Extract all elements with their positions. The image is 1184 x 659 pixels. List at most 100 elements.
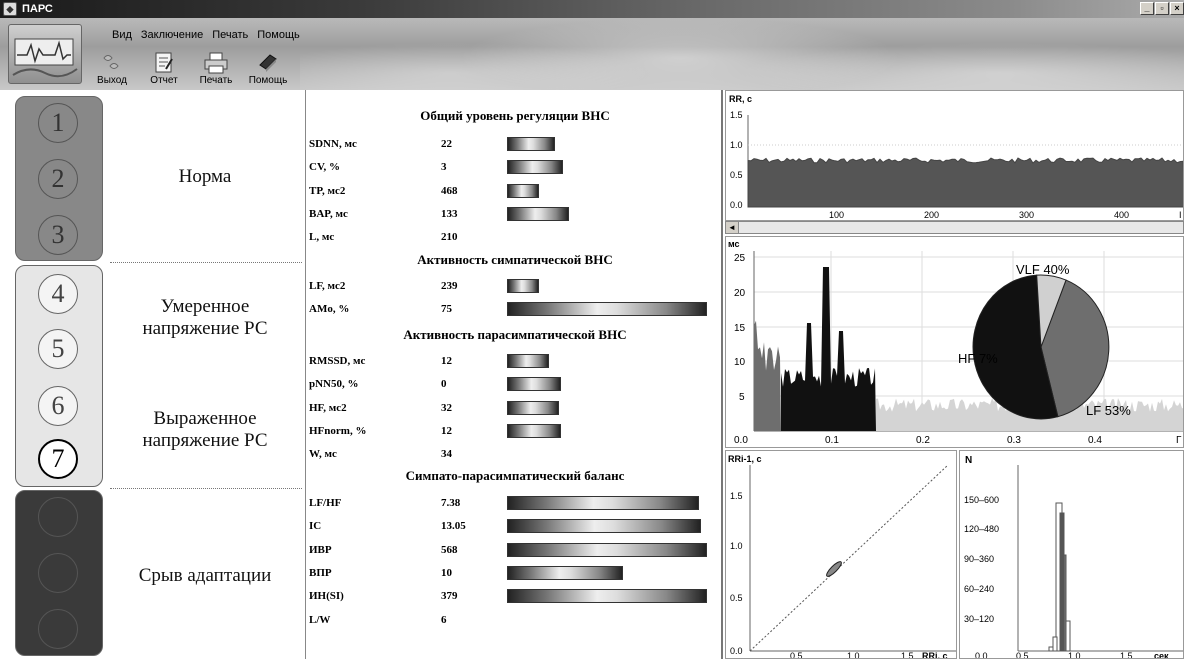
zone-divider <box>110 488 302 489</box>
report-icon <box>152 51 176 75</box>
indicator-value: 133 <box>441 207 458 220</box>
spectrum-xunit: Г <box>1176 435 1182 446</box>
indicator-label: HF, мс2 <box>309 401 347 414</box>
scatter-xtick: 1.0 <box>847 651 860 659</box>
indicator-bar <box>507 496 699 510</box>
indicator-value: 7.38 <box>441 497 461 509</box>
report-button[interactable]: Отчет <box>142 51 186 86</box>
help-button[interactable]: Помощь <box>246 51 290 86</box>
menu-print[interactable]: Печать <box>212 29 248 41</box>
indicator-row: RMSSD, мс 12 <box>307 352 723 370</box>
indicator-row: pNN50, % 0 <box>307 375 723 393</box>
rr-area <box>747 157 1183 208</box>
histogram-xtick: 0.0 <box>975 651 988 659</box>
zone-circle-6[interactable]: 6 <box>38 386 78 426</box>
spectrum-xtick: 0.1 <box>825 435 839 446</box>
pie-label-vlf: VLF 40% <box>1016 262 1070 277</box>
close-button[interactable]: × <box>1170 2 1184 15</box>
indicator-bar <box>507 542 707 557</box>
indicator-bar <box>507 519 701 534</box>
indicator-row: LF, мс2 239 <box>307 277 723 295</box>
scatter-ytick: 0.5 <box>730 593 743 603</box>
zone-circle-7[interactable]: 7 <box>38 439 78 479</box>
scatter-ytick: 0.0 <box>730 646 743 656</box>
indicator-value: 10 <box>441 566 452 579</box>
indicator-label: W, мс <box>309 448 337 461</box>
minimize-button[interactable]: _ <box>1140 2 1154 15</box>
indicator-value: 3 <box>441 161 447 174</box>
rr-xtick: 200 <box>924 210 939 220</box>
section-title: Активность парасимпатической ВНС <box>403 327 627 342</box>
rr-ytick: 1.0 <box>730 140 743 150</box>
exit-button[interactable]: Выход <box>90 51 134 86</box>
histogram-xtick: 1.0 <box>1068 651 1081 659</box>
rr-scrollbar[interactable]: ◄ <box>725 221 1184 234</box>
indicator-label: ВПР <box>309 566 332 579</box>
zone-circle-10[interactable] <box>38 609 78 649</box>
indicator-row: HFnorm, % 12 <box>307 422 723 440</box>
spectrum-ytick: 5 <box>739 392 745 403</box>
zone-circle-1[interactable]: 1 <box>38 103 78 143</box>
indicator-row: CV, % 3 <box>307 158 723 176</box>
indicator-row: AMo, % 75 <box>307 300 723 318</box>
indicator-label: RMSSD, мс <box>309 355 366 367</box>
menu-view[interactable]: Вид <box>112 29 132 41</box>
histogram-ytick: 150–600 <box>964 495 999 505</box>
zone-circle-4[interactable]: 4 <box>38 274 78 314</box>
indicator-bar <box>507 279 539 293</box>
indicator-value: 210 <box>441 231 458 244</box>
zone-panel: 1 2 3 4 5 6 7 Норма Умеренное напряжение… <box>0 90 306 659</box>
scatter-ylabel: RRi-1, с <box>728 454 762 464</box>
zone-label-failure: Срыв адаптации <box>138 565 272 586</box>
menu-help[interactable]: Помощь <box>257 29 300 41</box>
spectrum-xtick: 0.4 <box>1088 435 1102 446</box>
indicator-value: 22 <box>441 138 452 150</box>
indicator-bar <box>507 302 707 317</box>
zone-circle-9[interactable] <box>38 553 78 593</box>
indicator-bar <box>507 423 561 438</box>
title-bar: ◆ ПАРС _ ▫ × <box>0 0 1184 18</box>
histogram-xlabel: сек <box>1154 651 1169 659</box>
report-label: Отчет <box>150 75 178 86</box>
indicator-row: SDNN, мс 22 <box>307 135 723 153</box>
indicator-bar <box>507 206 569 221</box>
indicator-row: L, мс 210 <box>307 228 723 246</box>
indicator-row: ИВР 568 <box>307 541 723 559</box>
histogram-ytick: 90–360 <box>964 554 994 564</box>
rr-xtick: I <box>1179 210 1182 220</box>
indicator-label: L, мс <box>309 231 335 244</box>
indicator-label: CV, % <box>309 161 340 174</box>
spectrum-xtick: 0.0 <box>734 435 748 446</box>
indicator-bar <box>507 589 707 604</box>
maximize-button[interactable]: ▫ <box>1155 2 1169 15</box>
indicator-row: W, мс 34 <box>307 445 723 463</box>
scatter-chart: RRi-1, с 1.5 1.0 0.5 0.0 0.5 1.0 1.5 RRi… <box>725 450 957 659</box>
rr-ytick: 0.5 <box>730 170 743 180</box>
menu-conclusion[interactable]: Заключение <box>141 29 203 41</box>
indicator-row: TP, мс2 468 <box>307 182 723 200</box>
pie-label-lf: LF 53% <box>1086 403 1131 418</box>
zone-circle-5[interactable]: 5 <box>38 329 78 369</box>
print-button[interactable]: Печать <box>194 51 238 86</box>
app-logo <box>8 24 82 84</box>
help-book-icon <box>256 51 280 75</box>
print-label: Печать <box>199 75 233 86</box>
indicator-label: SDNN, мс <box>309 138 357 150</box>
zone-circle-8[interactable] <box>38 497 78 537</box>
zone-circle-3[interactable]: 3 <box>38 215 78 255</box>
indicator-value: 0 <box>441 378 447 391</box>
histogram-ylabel: N <box>965 455 972 466</box>
indicator-bar <box>507 137 555 151</box>
indicator-value: 468 <box>441 184 458 197</box>
rr-ytick: 1.5 <box>730 110 743 120</box>
spectrum-ytick: 25 <box>734 253 746 264</box>
indicator-row: HF, мс2 32 <box>307 399 723 417</box>
rr-ytick: 0.0 <box>730 200 743 210</box>
scroll-left-icon[interactable]: ◄ <box>726 222 739 233</box>
indicator-value: 34 <box>441 448 452 461</box>
indicator-label: LF/HF <box>309 497 342 509</box>
zone-circle-2[interactable]: 2 <box>38 159 78 199</box>
zone-label-moderate: Умеренное напряжение РС <box>142 296 268 339</box>
indicator-label: ИН(SI) <box>309 590 344 603</box>
indicator-row: L/W 6 <box>307 611 723 629</box>
